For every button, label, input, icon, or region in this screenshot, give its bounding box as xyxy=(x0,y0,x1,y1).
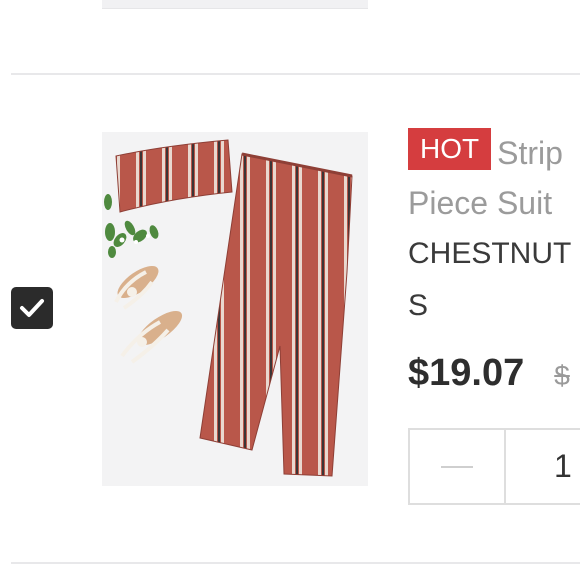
decrease-quantity-button[interactable] xyxy=(410,430,506,503)
minus-icon xyxy=(441,465,473,468)
original-price: $ xyxy=(554,360,570,391)
current-price: $19.07 xyxy=(408,352,525,394)
product-title-line-2[interactable]: Piece Suit xyxy=(408,185,552,221)
product-title-line-1[interactable]: Strip xyxy=(497,135,563,171)
product-image[interactable] xyxy=(102,132,368,486)
check-icon xyxy=(20,299,44,317)
hot-badge: HOT xyxy=(408,128,492,170)
previous-item-thumbnail xyxy=(102,0,368,9)
item-select-checkbox[interactable] xyxy=(11,287,53,329)
price-row: $19.07 $ xyxy=(408,352,570,395)
divider xyxy=(11,562,580,564)
product-title[interactable]: HOT Strip Piece Suit xyxy=(408,128,580,228)
variant-color: CHESTNUT xyxy=(408,237,572,270)
quantity-stepper: 1 xyxy=(408,428,580,505)
divider xyxy=(11,73,580,75)
product-info: HOT Strip Piece Suit CHESTNUT S $19.07 $ xyxy=(408,128,580,394)
variant-size: S xyxy=(408,289,429,322)
quantity-input[interactable]: 1 xyxy=(506,430,572,503)
